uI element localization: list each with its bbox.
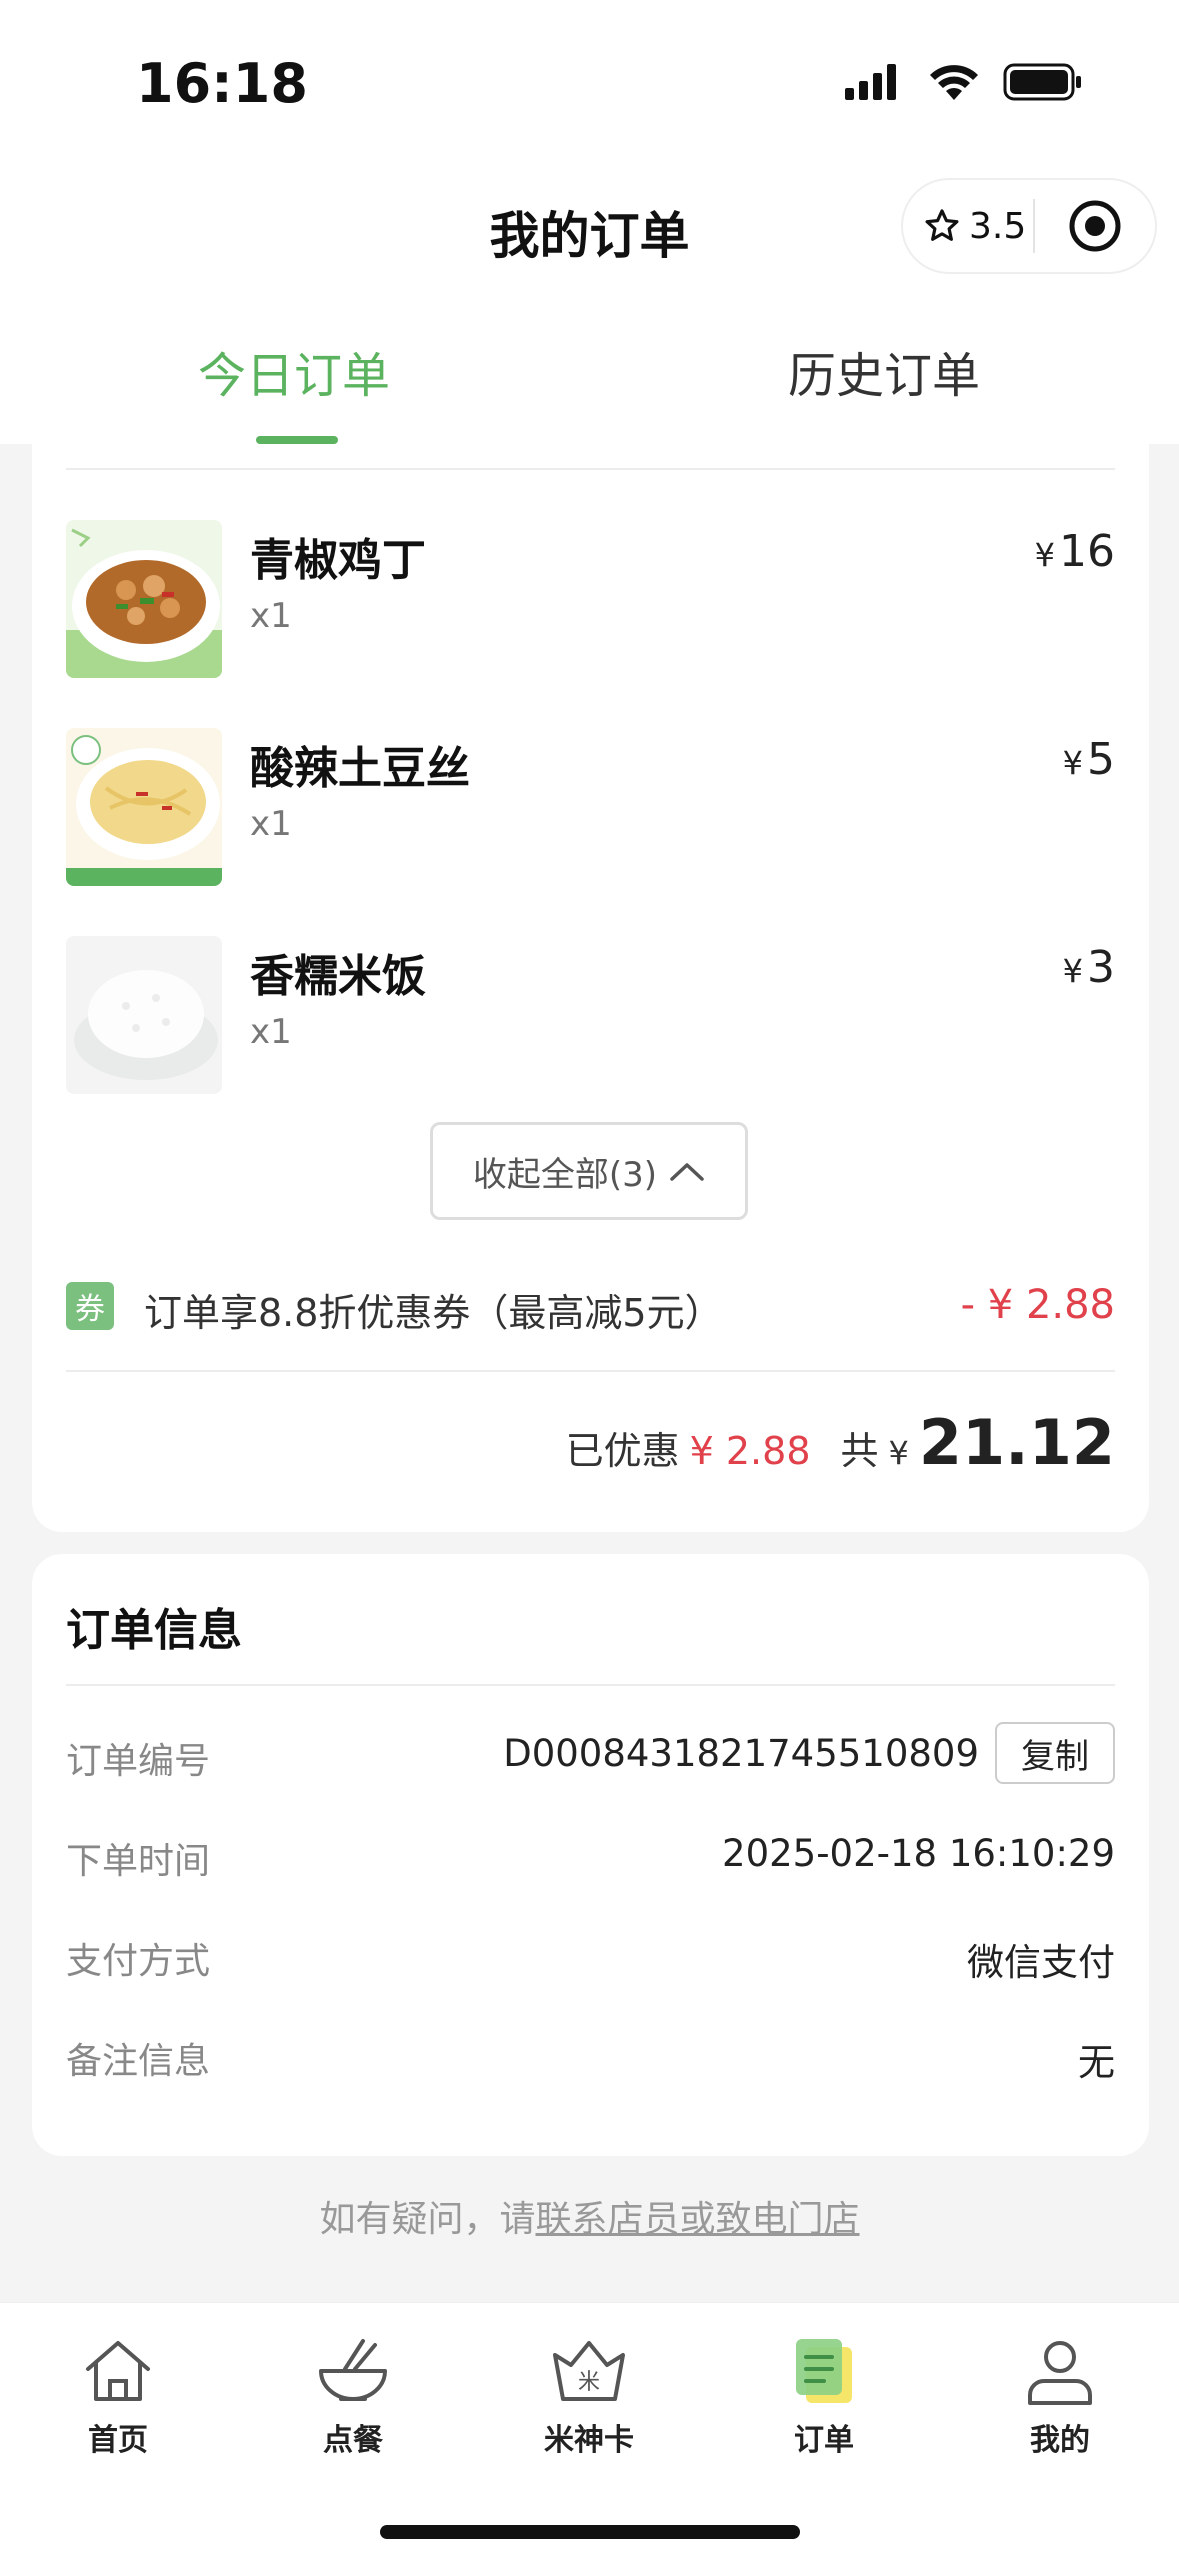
order-item: 香糯米饭 x1 ¥3: [66, 936, 1115, 1096]
total-label: 共: [840, 1429, 879, 1473]
item-name: 青椒鸡丁: [250, 535, 426, 586]
dish-image-rice: [66, 936, 222, 1094]
order-number-label: 订单编号: [66, 1741, 211, 1782]
item-price: ¥5: [1063, 734, 1115, 785]
order-number-value: D0008431821745510809: [503, 1731, 979, 1775]
collapse-label: 收起全部(3): [472, 1154, 658, 1195]
status-time: 16:18: [136, 52, 308, 115]
chevron-up-icon: [670, 1163, 704, 1181]
tab-history-orders[interactable]: 历史订单: [734, 336, 1034, 406]
coupon-row: 券 订单享8.8折优惠券（最高减5元） - ¥ 2.88: [66, 1278, 1115, 1338]
order-items-card: 青椒鸡丁 x1 ¥16 酸辣土豆丝 x1 ¥5 香糯米饭 x1 ¥3 收起全部(…: [32, 444, 1149, 1532]
discount-value: ¥ 2.88: [689, 1429, 811, 1473]
tabbar-label: 我的: [1030, 2423, 1090, 2458]
order-time-row: 下单时间 2025-02-18 16:10:29: [66, 1822, 1115, 1892]
target-icon: [1069, 200, 1121, 252]
tabbar-item-order-food[interactable]: 点餐: [283, 2331, 423, 2459]
item-price: ¥3: [1063, 942, 1115, 993]
order-item: 青椒鸡丁 x1 ¥16: [66, 520, 1115, 680]
tab-today-orders[interactable]: 今日订单: [144, 336, 444, 406]
currency-symbol: ¥: [1062, 744, 1083, 782]
payment-method-row: 支付方式 微信支付: [66, 1922, 1115, 1992]
bottom-tab-bar: 首页 点餐 米 米神卡 订单 我的: [0, 2302, 1179, 2556]
contact-store-link[interactable]: 联系店员或致电门店: [536, 2199, 860, 2240]
currency-symbol: ¥: [1034, 536, 1055, 574]
divider: [66, 1684, 1115, 1686]
item-quantity: x1: [250, 596, 292, 636]
battery-icon: [1003, 63, 1081, 101]
order-number-row: 订单编号 D0008431821745510809 复制: [66, 1722, 1115, 1792]
rating-value: 3.5: [969, 205, 1027, 247]
remark-value: 无: [1078, 2041, 1115, 2084]
remark-row: 备注信息 无: [66, 2022, 1115, 2092]
crown-card-icon: 米: [519, 2331, 659, 2411]
tabbar-label: 米神卡: [544, 2423, 634, 2458]
order-icon: [754, 2331, 894, 2411]
item-price: ¥16: [1035, 526, 1115, 577]
discount-label: 已优惠: [565, 1429, 680, 1473]
payment-method-label: 支付方式: [66, 1941, 211, 1982]
price-value: 5: [1087, 734, 1115, 785]
status-icons: [845, 62, 1083, 102]
item-quantity: x1: [250, 804, 292, 844]
item-quantity: x1: [250, 1012, 292, 1052]
rating-button[interactable]: 3.5: [903, 206, 1033, 247]
close-miniprogram-button[interactable]: [1035, 199, 1155, 253]
svg-text:米: 米: [578, 2370, 600, 2395]
tabbar-item-profile[interactable]: 我的: [990, 2331, 1130, 2459]
tabbar-item-card[interactable]: 米 米神卡: [519, 2331, 659, 2459]
tab-active-indicator: [256, 436, 338, 444]
remark-label: 备注信息: [66, 2041, 211, 2082]
star-icon: [925, 209, 959, 241]
order-info-title: 订单信息: [66, 1605, 242, 1656]
coupon-description: 订单享8.8折优惠券（最高减5元）: [144, 1291, 723, 1335]
divider: [66, 468, 1115, 470]
bowl-icon: [283, 2331, 423, 2411]
total-value: 21.12: [918, 1406, 1115, 1479]
price-value: 3: [1087, 942, 1115, 993]
status-bar: 16:18: [0, 0, 1179, 160]
tabbar-label: 点餐: [323, 2423, 383, 2458]
copy-button[interactable]: 复制: [995, 1722, 1115, 1784]
signal-icon: [845, 64, 896, 100]
price-value: 16: [1059, 526, 1115, 577]
order-tabs: 今日订单 历史订单: [0, 300, 1179, 444]
item-name: 酸辣土豆丝: [250, 743, 470, 794]
currency-symbol: ¥: [1062, 952, 1083, 990]
dish-image-chicken: [66, 520, 222, 678]
profile-icon: [990, 2331, 1130, 2411]
collapse-all-button[interactable]: 收起全部(3): [430, 1122, 748, 1220]
total-currency: ¥: [888, 1434, 909, 1472]
wifi-icon: [930, 65, 978, 100]
tabbar-label: 订单: [794, 2423, 854, 2458]
divider: [66, 1370, 1115, 1372]
payment-method-value: 微信支付: [967, 1941, 1115, 1984]
order-item: 酸辣土豆丝 x1 ¥5: [66, 728, 1115, 888]
order-number-value-group: D0008431821745510809 复制: [503, 1722, 1115, 1784]
coupon-discount-amount: - ¥ 2.88: [960, 1282, 1115, 1328]
tabbar-label: 首页: [88, 2423, 148, 2458]
order-time-value: 2025-02-18 16:10:29: [722, 1832, 1115, 1875]
help-text: 如有疑问，请联系店员或致电门店: [0, 2190, 1179, 2242]
header: 我的订单 3.5: [0, 160, 1179, 300]
miniprogram-capsule: 3.5: [901, 178, 1157, 274]
coupon-badge: 券: [66, 1282, 114, 1330]
home-indicator: [380, 2525, 800, 2539]
tabbar-item-orders[interactable]: 订单: [754, 2331, 894, 2459]
dish-image-potato: [66, 728, 222, 886]
order-info-card: 订单信息 订单编号 D0008431821745510809 复制 下单时间 2…: [32, 1554, 1149, 2156]
order-total: 已优惠 ¥ 2.88 共 ¥ 21.12: [566, 1406, 1115, 1479]
home-icon: [48, 2331, 188, 2411]
tabbar-item-home[interactable]: 首页: [48, 2331, 188, 2459]
order-time-label: 下单时间: [66, 1841, 211, 1882]
help-prefix: 如有疑问，请: [319, 2199, 536, 2240]
item-name: 香糯米饭: [250, 951, 426, 1002]
